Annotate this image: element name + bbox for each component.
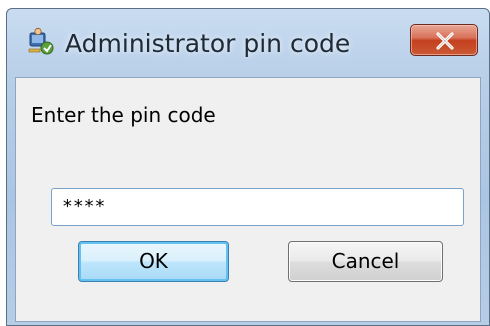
dialog-window: Administrator pin code Enter the pin cod… [6,8,490,326]
window-title: Administrator pin code [65,29,351,58]
user-key-icon [27,27,57,57]
dialog-body: Enter the pin code **** OK Cancel [15,77,481,322]
cancel-button[interactable]: Cancel [288,241,443,282]
pin-input[interactable]: **** [51,188,464,226]
pin-prompt-label: Enter the pin code [31,103,216,127]
close-button[interactable] [410,24,478,56]
title-bar[interactable]: Administrator pin code [7,9,489,77]
ok-button[interactable]: OK [78,241,229,282]
close-icon [436,32,454,50]
